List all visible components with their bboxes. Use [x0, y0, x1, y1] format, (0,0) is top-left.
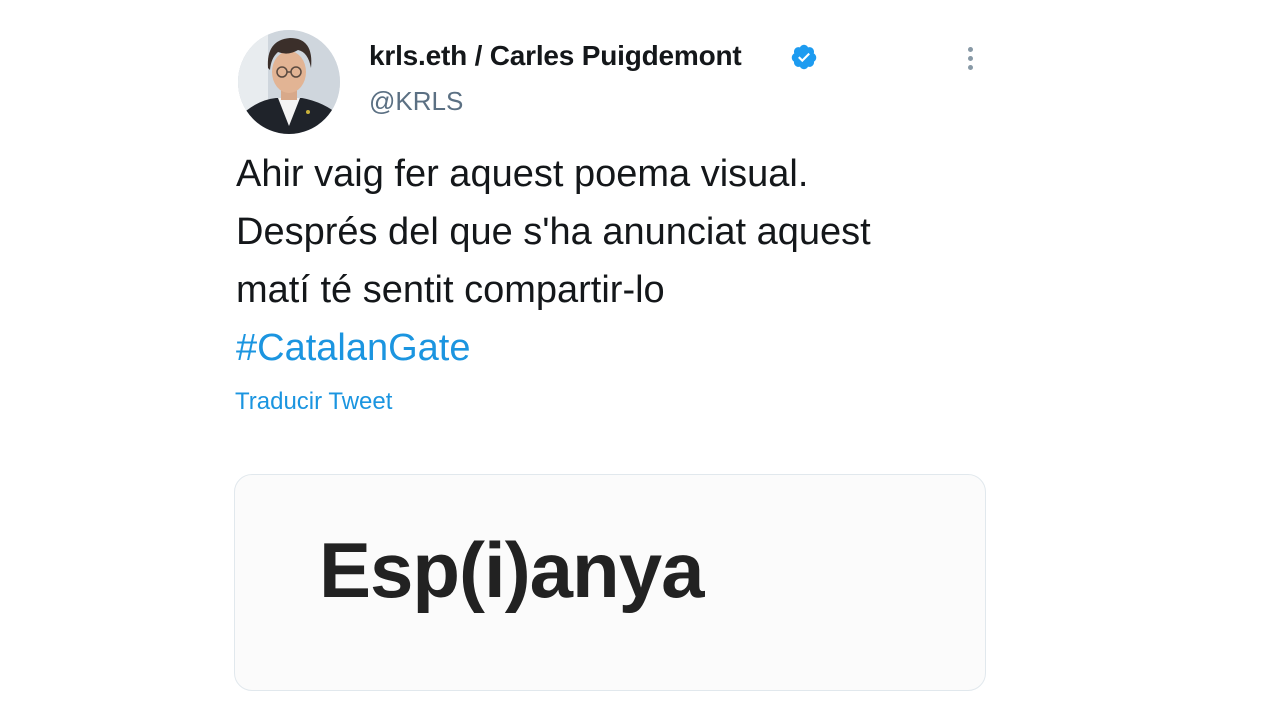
tweet-text-line: Ahir vaig fer aquest poema visual. — [236, 153, 809, 195]
tweet-text-line: matí té sentit compartir-lo — [236, 269, 665, 311]
media-image-text: Esp(i)anya — [319, 526, 704, 614]
hashtag-link[interactable]: #CatalanGate — [236, 319, 1016, 377]
user-handle[interactable]: @KRLS — [369, 86, 463, 117]
avatar[interactable] — [238, 30, 340, 134]
avatar-portrait-image — [238, 30, 340, 134]
more-dot — [967, 46, 973, 52]
tweet-media-image[interactable]: Esp(i)anya — [234, 474, 986, 691]
tweet-card: krls.eth / Carles Puigdemont @KRLS Ahir … — [0, 0, 1280, 720]
more-options-icon[interactable] — [960, 40, 980, 76]
display-name[interactable]: krls.eth / Carles Puigdemont — [369, 40, 742, 72]
verified-badge-icon — [791, 44, 817, 70]
more-dot — [967, 55, 973, 61]
tweet-text-line: Després del que s'ha anunciat aquest — [236, 211, 871, 253]
more-dot — [967, 64, 973, 70]
tweet-text: Ahir vaig fer aquest poema visual. Despr… — [236, 145, 1016, 377]
translate-tweet-link[interactable]: Traducir Tweet — [235, 388, 392, 416]
